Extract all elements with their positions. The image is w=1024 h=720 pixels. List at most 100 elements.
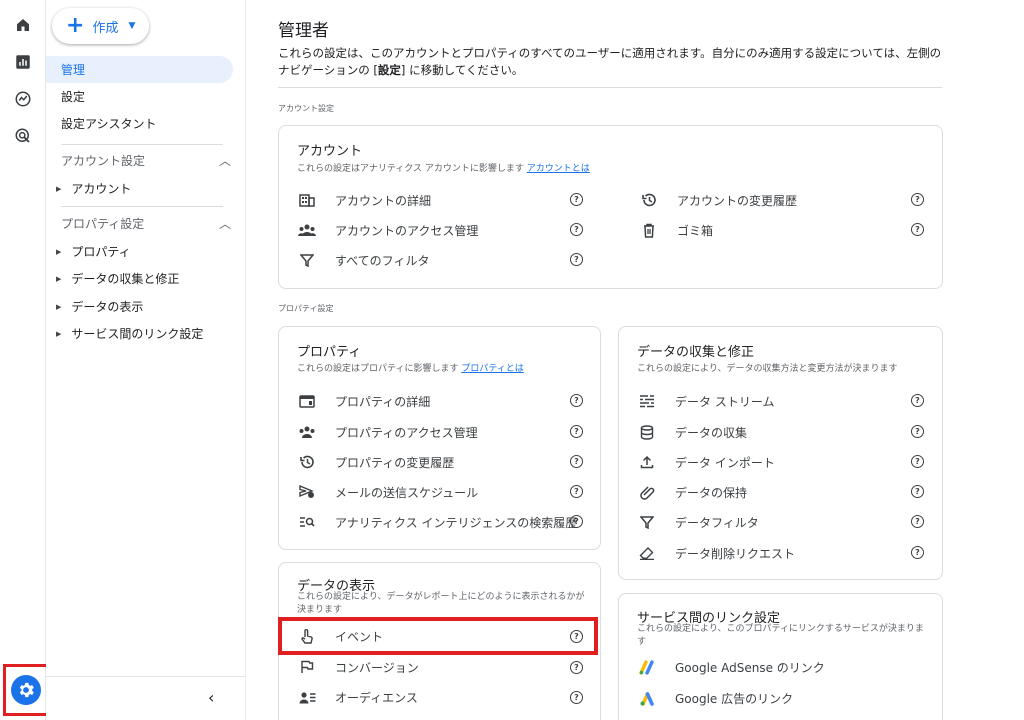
help-icon[interactable]: ? (570, 394, 583, 407)
row-label: すべてのフィルタ (335, 253, 430, 268)
retention-icon (637, 482, 657, 502)
nav-item-admin[interactable]: 管理 (46, 56, 233, 83)
help-icon[interactable]: ? (570, 485, 583, 498)
nav-section-account-title: アカウント設定 (61, 154, 146, 168)
chevron-left-icon[interactable]: ‹ (208, 688, 214, 707)
nav-sub-data-collection[interactable]: ▶ データの収集と修正 (56, 270, 179, 287)
database-icon (637, 422, 657, 442)
triangle-right-icon: ▶ (56, 329, 62, 338)
nav-sub-account[interactable]: ▶ アカウント (56, 180, 131, 197)
building-icon (297, 190, 317, 210)
row-data-collection[interactable]: データの収集 (637, 421, 747, 443)
help-icon[interactable]: ? (570, 223, 583, 236)
row-data-filters[interactable]: データフィルタ (637, 511, 759, 533)
scheduled-send-icon (297, 482, 317, 502)
row-property-change-history[interactable]: プロパティの変更履歴 (297, 451, 454, 473)
caret-down-icon: ▼ (128, 21, 136, 31)
help-icon[interactable]: ? (570, 193, 583, 206)
product-links-card: サービス間のリンク設定 これらの設定により、このプロパティにリンクするサービスが… (618, 593, 943, 720)
nav-sub-label: データの表示 (71, 300, 144, 314)
property-help-link[interactable]: プロパティとは (461, 364, 523, 374)
triangle-right-icon: ▶ (56, 247, 62, 256)
search-list-icon (297, 512, 317, 532)
row-data-retention[interactable]: データの保持 (637, 481, 747, 503)
triangle-right-icon: ▶ (56, 184, 62, 193)
row-property-details[interactable]: プロパティの詳細 (297, 390, 430, 412)
row-intelligence-history[interactable]: アナリティクス インテリジェンスの検索履歴 (297, 511, 577, 533)
help-icon[interactable]: ? (911, 425, 924, 438)
row-label: データ インポート (675, 455, 775, 470)
filter-icon (637, 512, 657, 532)
card-title: アカウント (297, 144, 363, 159)
property-card: プロパティ これらの設定はプロパティに影響します プロパティとは プロパティの詳… (278, 326, 601, 550)
nav-section-property[interactable]: プロパティ設定 ︿ (61, 215, 231, 232)
help-icon[interactable]: ? (570, 425, 583, 438)
row-label: アカウントの変更履歴 (677, 193, 798, 208)
help-icon[interactable]: ? (570, 661, 583, 674)
row-data-import[interactable]: データ インポート (637, 451, 775, 473)
card-subtitle: これらの設定により、データがレポート上にどのように表示されるかが決まります (297, 592, 585, 615)
desc-bold: 設定 (377, 63, 401, 77)
nav-sub-data-display[interactable]: ▶ データの表示 (56, 298, 143, 315)
row-conversions[interactable]: コンバージョン (297, 656, 419, 678)
gear-icon[interactable] (11, 675, 41, 705)
explore-icon[interactable] (13, 89, 33, 109)
row-property-access[interactable]: プロパティのアクセス管理 (297, 421, 478, 443)
nav-sub-product-links[interactable]: ▶ サービス間のリンク設定 (56, 325, 203, 342)
row-label: アナリティクス インテリジェンスの検索履歴 (335, 515, 578, 530)
row-adsense-links[interactable]: Google AdSense のリンク (637, 656, 825, 678)
row-all-filters[interactable]: すべてのフィルタ (297, 249, 429, 271)
help-icon[interactable]: ? (911, 546, 924, 559)
data-collection-card: データの収集と修正 これらの設定により、データの収集方法と変更方法が決まります … (618, 326, 943, 580)
help-icon[interactable]: ? (570, 691, 583, 704)
help-icon[interactable]: ? (570, 515, 583, 528)
nav-sub-label: プロパティ (71, 245, 131, 259)
card-title: データの収集と修正 (637, 345, 755, 360)
upload-icon (637, 452, 657, 472)
nav-section-property-title: プロパティ設定 (61, 217, 145, 231)
create-button[interactable]: + 作成 ▼ (52, 8, 149, 44)
nav-bottom-divider (46, 676, 246, 677)
advertising-icon[interactable] (13, 126, 33, 146)
google-ads-logo-icon (637, 688, 657, 708)
row-account-details[interactable]: アカウントの詳細 (297, 189, 431, 211)
card-title: プロパティ (297, 345, 362, 360)
admin-settings-highlight[interactable] (3, 664, 49, 716)
nav-sub-property[interactable]: ▶ プロパティ (56, 243, 131, 260)
row-google-ads-links[interactable]: Google 広告のリンク (637, 687, 793, 709)
row-label: アカウントのアクセス管理 (335, 223, 479, 238)
help-icon[interactable]: ? (570, 253, 583, 266)
help-icon[interactable]: ? (570, 455, 583, 468)
admin-nav-panel: + 作成 ▼ 管理 設定 設定アシスタント アカウント設定 ︿ ▶ アカウント … (46, 0, 246, 720)
row-label: プロパティのアクセス管理 (335, 425, 478, 440)
nav-item-settings[interactable]: 設定 (46, 83, 233, 110)
chevron-up-icon: ︿ (218, 154, 231, 168)
row-email-schedule[interactable]: メールの送信スケジュール (297, 481, 478, 503)
nav-item-setup-assistant[interactable]: 設定アシスタント (46, 110, 233, 137)
help-icon[interactable]: ? (911, 515, 924, 528)
streams-icon (637, 391, 657, 411)
help-icon[interactable]: ? (911, 455, 924, 468)
history-icon (639, 190, 659, 210)
nav-divider (61, 206, 223, 207)
row-data-deletion[interactable]: データ削除リクエスト (637, 542, 795, 564)
desc-text: ] に移動してください。 (400, 63, 524, 77)
row-data-streams[interactable]: データ ストリーム (637, 390, 774, 412)
section-label-property: プロパティ設定 (278, 304, 334, 313)
triangle-right-icon: ▶ (56, 274, 62, 283)
account-help-link[interactable]: アカウントとは (527, 164, 590, 174)
row-account-access[interactable]: アカウントのアクセス管理 (297, 219, 478, 241)
row-label: Google AdSense のリンク (675, 660, 825, 675)
nav-section-account[interactable]: アカウント設定 ︿ (61, 152, 231, 169)
reports-icon[interactable] (13, 52, 33, 72)
help-icon[interactable]: ? (911, 485, 924, 498)
row-audiences[interactable]: オーディエンス (297, 686, 418, 708)
help-icon[interactable]: ? (911, 223, 924, 236)
help-icon[interactable]: ? (911, 193, 924, 206)
history-icon (297, 452, 317, 472)
row-trash[interactable]: ゴミ箱 (639, 219, 713, 241)
home-icon[interactable] (13, 15, 33, 35)
help-icon[interactable]: ? (911, 394, 924, 407)
row-account-change-history[interactable]: アカウントの変更履歴 (639, 189, 797, 211)
nav-sub-label: アカウント (71, 182, 132, 196)
